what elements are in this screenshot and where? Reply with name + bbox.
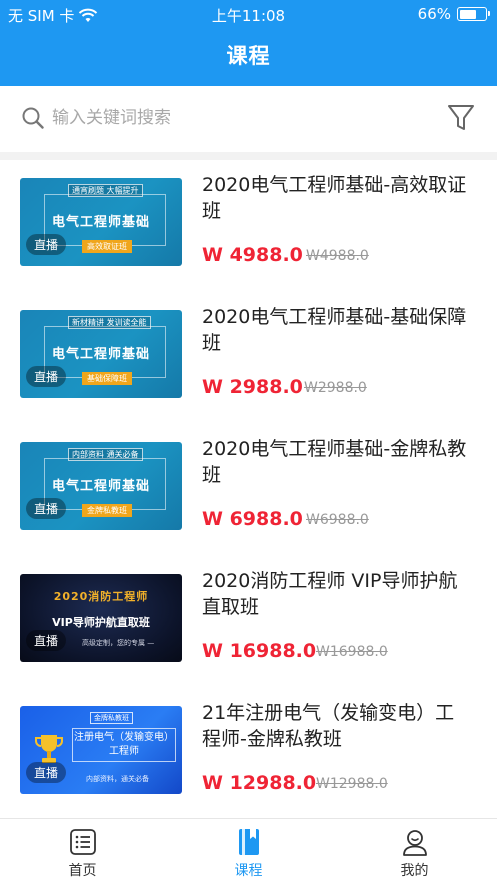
thumbnail-sub-text: 高级定制，您的专属 — xyxy=(82,639,155,647)
course-original-price: W4988.0 xyxy=(306,248,369,264)
trophy-icon xyxy=(35,735,63,763)
thumbnail-sub-text: 金牌私教班 xyxy=(82,504,132,517)
course-item[interactable]: 新材精讲 发训读全能 电气工程师基础 基础保障班 直播 2020电气工程师基础-… xyxy=(0,292,497,424)
tab-label: 课程 xyxy=(234,863,263,879)
course-price: W 4988.0 xyxy=(202,244,303,266)
live-badge: 直播 xyxy=(26,498,67,519)
course-item[interactable]: 2020消防工程师 VIP导师护航直取班 高级定制，您的专属 — 直播 2020… xyxy=(0,556,497,688)
course-title[interactable]: 2020电气工程师基础-基础保障班 xyxy=(202,304,472,356)
search-icon[interactable] xyxy=(21,106,45,130)
course-original-price: W16988.0 xyxy=(316,644,388,660)
course-original-price: W6988.0 xyxy=(306,512,369,528)
status-bar: 无 SIM 卡 上午11:08 66% xyxy=(0,0,497,28)
live-badge: 直播 xyxy=(26,366,67,387)
course-title[interactable]: 2020电气工程师基础-高效取证班 xyxy=(202,172,472,224)
page-title: 课程 xyxy=(226,44,271,68)
user-icon xyxy=(403,830,427,856)
thumbnail-tag: 新材精讲 发训读全能 xyxy=(68,316,151,329)
live-badge: 直播 xyxy=(26,234,67,255)
tab-bar: 首页 课程 我的 xyxy=(0,818,497,883)
thumbnail-tag: 通宵刷题 大幅提升 xyxy=(68,184,143,197)
app-header: 无 SIM 卡 上午11:08 66% 课程 xyxy=(0,0,497,86)
thumbnail-tag: 金牌私教班 xyxy=(90,712,133,724)
battery-icon xyxy=(457,7,490,21)
course-thumbnail[interactable]: 内部资料 通关必备 电气工程师基础 金牌私教班 直播 xyxy=(20,442,182,530)
thumbnail-main-text: 电气工程师基础 xyxy=(51,347,150,362)
thumbnail-main-text: 电气工程师基础 xyxy=(51,479,150,494)
tab-home[interactable]: 首页 xyxy=(0,819,165,883)
thumbnail-sub-text: 高效取证班 xyxy=(82,240,132,253)
course-thumbnail[interactable]: 新材精讲 发训读全能 电气工程师基础 基础保障班 直播 xyxy=(20,310,182,398)
book-icon xyxy=(239,829,259,855)
thumbnail-tag: 2020消防工程师 xyxy=(53,590,149,603)
thumbnail-sub-text: 基础保障班 xyxy=(82,372,132,385)
course-price: W 12988.0 xyxy=(202,772,317,794)
course-price: W 6988.0 xyxy=(202,508,303,530)
course-thumbnail[interactable]: 2020消防工程师 VIP导师护航直取班 高级定制，您的专属 — 直播 xyxy=(20,574,182,662)
filter-icon[interactable] xyxy=(446,102,476,134)
course-price: W 16988.0 xyxy=(202,640,317,662)
search-bar xyxy=(0,86,497,152)
course-original-price: W12988.0 xyxy=(316,776,388,792)
tab-me[interactable]: 我的 xyxy=(332,819,497,883)
live-badge: 直播 xyxy=(26,762,67,783)
thumbnail-sub-text: 内部资料，通关必备 xyxy=(86,775,149,783)
course-thumbnail[interactable]: 金牌私教班 注册电气（发输变电）工程师 内部资料，通关必备 直播 xyxy=(20,706,182,794)
course-item[interactable]: 通宵刷题 大幅提升 电气工程师基础 高效取证班 直播 2020电气工程师基础-高… xyxy=(0,160,497,292)
battery-percent: 66% xyxy=(417,5,451,23)
course-original-price: W2988.0 xyxy=(304,380,367,396)
thumbnail-main-text: 电气工程师基础 xyxy=(51,215,150,230)
course-item[interactable]: 金牌私教班 注册电气（发输变电）工程师 内部资料，通关必备 直播 21年注册电气… xyxy=(0,688,497,820)
course-title[interactable]: 2020电气工程师基础-金牌私教班 xyxy=(202,436,472,488)
thumbnail-tag: 内部资料 通关必备 xyxy=(68,448,143,461)
course-title[interactable]: 21年注册电气（发输变电）工程师-金牌私教班 xyxy=(202,700,472,752)
course-price: W 2988.0 xyxy=(202,376,303,398)
battery-fill xyxy=(459,9,476,19)
course-thumbnail[interactable]: 通宵刷题 大幅提升 电气工程师基础 高效取证班 直播 xyxy=(20,178,182,266)
search-input[interactable] xyxy=(52,104,412,132)
live-badge: 直播 xyxy=(26,630,67,651)
tab-courses[interactable]: 课程 xyxy=(166,819,331,883)
course-title[interactable]: 2020消防工程师 VIP导师护航直取班 xyxy=(202,568,472,620)
tab-label: 我的 xyxy=(400,863,429,879)
thumbnail-main-text: 注册电气（发输变电）工程师 xyxy=(72,728,176,762)
section-divider xyxy=(0,152,497,160)
thumbnail-main-text: VIP导师护航直取班 xyxy=(52,616,150,629)
tab-label: 首页 xyxy=(68,863,97,879)
course-item[interactable]: 内部资料 通关必备 电气工程师基础 金牌私教班 直播 2020电气工程师基础-金… xyxy=(0,424,497,556)
home-list-icon xyxy=(70,829,96,855)
